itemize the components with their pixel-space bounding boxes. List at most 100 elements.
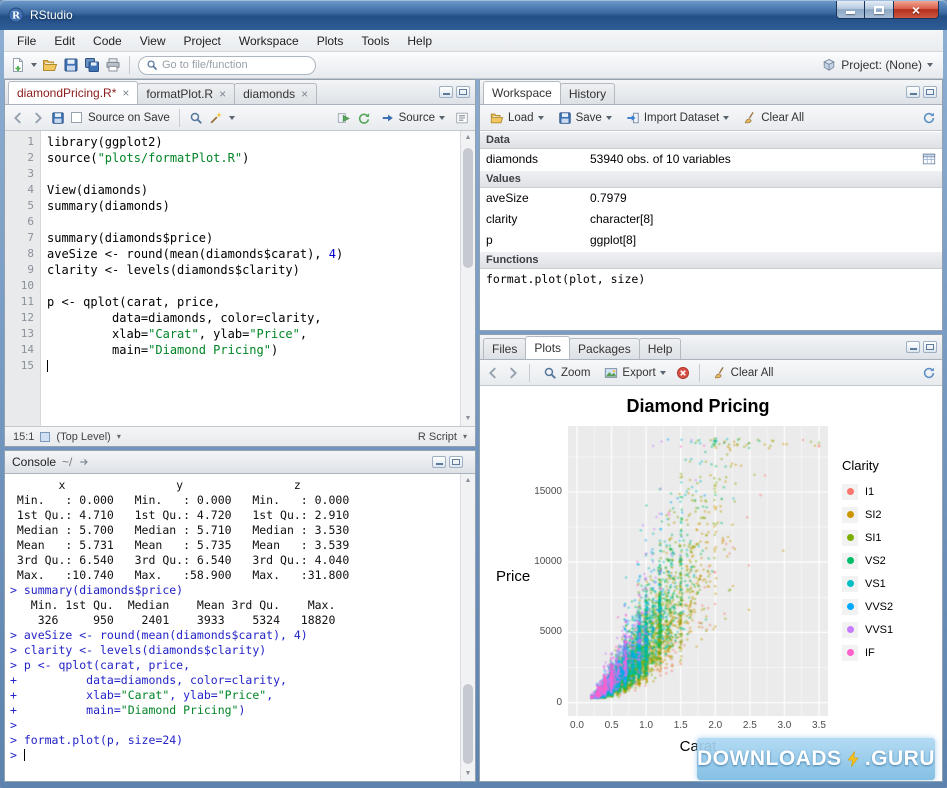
- new-file-icon[interactable]: [10, 57, 26, 73]
- menu-item-tools[interactable]: Tools: [352, 30, 398, 52]
- editor-code[interactable]: library(ggplot2)source("plots/formatPlot…: [41, 131, 460, 426]
- console-line: Median : 5.700 Median : 5.710 Median : 3…: [10, 523, 455, 538]
- menu-item-workspace[interactable]: Workspace: [230, 30, 308, 52]
- pane-minimize-button[interactable]: [906, 86, 920, 98]
- tab-diamondpricing-r[interactable]: diamondPricing.R* ×: [8, 81, 138, 104]
- code-tools-icon[interactable]: [209, 111, 223, 125]
- pane-maximize-icon: [926, 89, 934, 95]
- tab-help[interactable]: Help: [639, 338, 682, 359]
- scrollbar-thumb[interactable]: [463, 148, 473, 268]
- line-number: 7: [5, 230, 34, 246]
- menu-item-code[interactable]: Code: [84, 30, 131, 52]
- rerun-icon[interactable]: [357, 111, 371, 125]
- tab-close-icon[interactable]: ×: [301, 89, 308, 99]
- workspace-row[interactable]: format.plot(plot, size): [480, 269, 942, 290]
- find-icon[interactable]: [189, 111, 203, 125]
- tab-packages[interactable]: Packages: [569, 338, 640, 359]
- refresh-plots-icon[interactable]: [922, 366, 936, 380]
- scrollbar-thumb[interactable]: [463, 684, 473, 764]
- workspace-row[interactable]: aveSize0.7979: [480, 188, 942, 209]
- titlebar[interactable]: R RStudio ×: [0, 0, 947, 30]
- legend-label: VVS2: [865, 601, 893, 613]
- workspace-tabs: WorkspaceHistory: [483, 80, 614, 104]
- code-line: summary(diamonds$price): [47, 230, 460, 246]
- object-name: p: [486, 233, 493, 247]
- scope-selector[interactable]: (Top Level): [56, 431, 110, 443]
- new-file-caret-icon[interactable]: [31, 63, 37, 67]
- open-file-icon[interactable]: [42, 57, 58, 73]
- tab-close-icon[interactable]: ×: [219, 89, 226, 99]
- save-all-icon[interactable]: [84, 57, 100, 73]
- pane-minimize-button[interactable]: [439, 86, 453, 98]
- refresh-icon[interactable]: [922, 111, 936, 125]
- object-value: 0.7979: [590, 188, 627, 209]
- pane-maximize-icon: [926, 344, 934, 350]
- workspace-row[interactable]: claritycharacter[8]: [480, 209, 942, 230]
- minimize-button[interactable]: [836, 1, 865, 19]
- code-tools-caret-icon[interactable]: [229, 116, 235, 120]
- tab-label: Help: [648, 342, 673, 356]
- grid-icon[interactable]: [922, 152, 936, 166]
- forward-icon[interactable]: [31, 111, 45, 125]
- pane-maximize-button[interactable]: [923, 341, 937, 353]
- workspace-row[interactable]: diamonds53940 obs. of 10 variables: [480, 149, 942, 170]
- document-outline-icon[interactable]: [455, 111, 469, 125]
- export-button[interactable]: Export: [600, 364, 669, 382]
- tab-history[interactable]: History: [560, 83, 615, 104]
- menu-item-plots[interactable]: Plots: [308, 30, 353, 52]
- back-icon[interactable]: [11, 111, 25, 125]
- clear-all-button[interactable]: Clear All: [739, 109, 808, 127]
- scroll-up-icon[interactable]: ▲: [461, 474, 475, 488]
- editor-scrollbar[interactable]: ▲ ▼: [460, 131, 475, 426]
- save-workspace-label: Save: [576, 112, 602, 124]
- console-scrollbar[interactable]: ▲ ▼: [460, 474, 475, 781]
- menu-item-edit[interactable]: Edit: [45, 30, 84, 52]
- pane-maximize-button[interactable]: [449, 456, 463, 468]
- cursor-position: 15:1: [13, 431, 34, 443]
- pane-maximize-button[interactable]: [923, 86, 937, 98]
- print-icon[interactable]: [105, 57, 121, 73]
- tab-diamonds[interactable]: diamonds×: [234, 83, 317, 104]
- project-selector[interactable]: Project: (None): [822, 58, 937, 72]
- goto-file-box[interactable]: [138, 56, 316, 75]
- zoom-button[interactable]: Zoom: [539, 364, 594, 382]
- save-workspace-button[interactable]: Save: [554, 109, 616, 127]
- source-button[interactable]: Source: [377, 109, 449, 127]
- tab-label: diamondPricing.R*: [17, 86, 116, 100]
- previous-plot-icon[interactable]: [486, 366, 500, 380]
- remove-plot-icon[interactable]: [676, 366, 690, 380]
- goto-input[interactable]: [162, 59, 308, 71]
- console-output[interactable]: x y z Min. : 0.000 Min. : 0.000 Min. : 0…: [5, 474, 475, 781]
- menu-item-help[interactable]: Help: [398, 30, 441, 52]
- load-button[interactable]: Load: [486, 109, 548, 127]
- menu-item-view[interactable]: View: [131, 30, 175, 52]
- import-dataset-button[interactable]: Import Dataset: [622, 109, 733, 127]
- workspace-row[interactable]: pggplot[8]: [480, 230, 942, 251]
- run-icon[interactable]: [337, 111, 351, 125]
- save-icon[interactable]: [63, 57, 79, 73]
- menu-item-project[interactable]: Project: [175, 30, 230, 52]
- pane-controls: [906, 86, 942, 98]
- close-button[interactable]: ×: [894, 1, 939, 19]
- console-dir-icon[interactable]: [78, 456, 90, 468]
- tab-workspace[interactable]: Workspace: [483, 81, 561, 104]
- tab-files[interactable]: Files: [483, 338, 526, 359]
- maximize-button[interactable]: [865, 1, 894, 19]
- scroll-up-icon[interactable]: ▲: [461, 131, 475, 145]
- tab-formatplot-r[interactable]: formatPlot.R×: [137, 83, 235, 104]
- tab-plots[interactable]: Plots: [525, 336, 570, 359]
- clear-all-plots-button[interactable]: Clear All: [709, 364, 778, 382]
- pane-maximize-button[interactable]: [456, 86, 470, 98]
- file-type-selector[interactable]: R Script: [418, 431, 457, 443]
- pane-minimize-button[interactable]: [432, 456, 446, 468]
- menu-item-file[interactable]: File: [8, 30, 45, 52]
- scroll-down-icon[interactable]: ▼: [461, 412, 475, 426]
- source-on-save-checkbox[interactable]: [71, 112, 82, 123]
- save-file-icon[interactable]: [51, 111, 65, 125]
- pane-controls: [906, 341, 942, 353]
- next-plot-icon[interactable]: [506, 366, 520, 380]
- pane-minimize-button[interactable]: [906, 341, 920, 353]
- legend-dot-icon: [847, 557, 854, 564]
- tab-close-icon[interactable]: ×: [122, 88, 129, 98]
- scroll-down-icon[interactable]: ▼: [461, 767, 475, 781]
